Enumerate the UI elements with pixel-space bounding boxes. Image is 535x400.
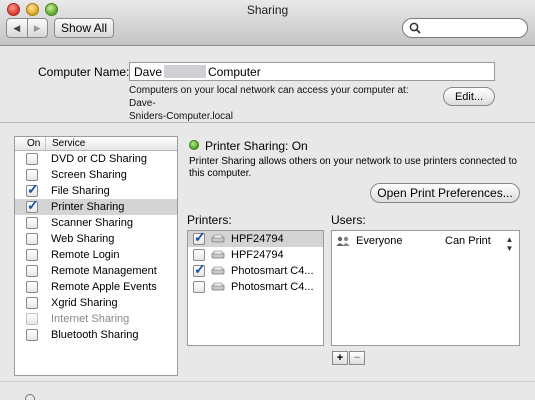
forward-arrow-icon[interactable]: ▶ bbox=[26, 19, 48, 37]
service-checkbox[interactable] bbox=[26, 153, 38, 165]
service-row[interactable]: Printer Sharing bbox=[15, 197, 177, 215]
edit-button[interactable]: Edit... bbox=[443, 87, 495, 106]
service-checkbox[interactable] bbox=[26, 217, 38, 229]
printer-icon bbox=[211, 250, 225, 259]
printer-name: HPF24794 bbox=[231, 249, 284, 261]
printers-list: HPF24794 HPF24794 Photosmart C4... Photo… bbox=[187, 229, 324, 346]
service-checkbox[interactable] bbox=[26, 329, 38, 341]
service-row[interactable]: Remote Login bbox=[15, 247, 177, 263]
service-label: Internet Sharing bbox=[51, 313, 130, 325]
service-row[interactable]: Remote Management bbox=[15, 263, 177, 279]
service-label: Remote Management bbox=[51, 265, 157, 277]
printer-row[interactable]: Photosmart C4... bbox=[188, 261, 323, 279]
users-list: Everyone Can Print ▲▼ bbox=[331, 230, 520, 346]
window-title: Sharing bbox=[246, 3, 289, 17]
service-row[interactable]: Xgrid Sharing bbox=[15, 295, 177, 311]
service-row[interactable]: Internet Sharing bbox=[15, 311, 177, 327]
service-row[interactable]: Bluetooth Sharing bbox=[15, 327, 177, 343]
service-list: On Service DVD or CD Sharing Screen Shar… bbox=[14, 136, 178, 376]
users-label: Users: bbox=[331, 213, 366, 227]
printer-name: Photosmart C4... bbox=[231, 281, 314, 293]
service-label: File Sharing bbox=[51, 185, 110, 197]
service-description: Printer Sharing allows others on your ne… bbox=[189, 156, 519, 180]
redacted-text bbox=[164, 65, 207, 78]
computer-name-label: Computer Name: bbox=[38, 65, 130, 79]
column-header-on[interactable]: On bbox=[15, 137, 46, 150]
computer-name-prefix: Dave bbox=[134, 64, 163, 79]
user-row[interactable]: Everyone Can Print ▲▼ bbox=[332, 231, 519, 253]
printer-row[interactable]: HPF24794 bbox=[188, 229, 323, 247]
service-label: DVD or CD Sharing bbox=[51, 153, 147, 165]
back-arrow-icon[interactable]: ◀ bbox=[7, 19, 27, 37]
service-row[interactable]: Screen Sharing bbox=[15, 167, 177, 183]
service-row[interactable]: Web Sharing bbox=[15, 231, 177, 247]
printer-name: Photosmart C4... bbox=[231, 265, 314, 277]
printer-checkbox[interactable] bbox=[193, 249, 205, 261]
printer-icon bbox=[211, 282, 225, 291]
computer-name-suffix: Computer bbox=[208, 64, 261, 79]
lock-icon[interactable] bbox=[25, 394, 35, 400]
window-toolbar: Sharing ◀ ▶ Show All bbox=[0, 0, 535, 46]
service-checkbox[interactable] bbox=[26, 265, 38, 277]
service-label: Screen Sharing bbox=[51, 169, 127, 181]
printer-icon bbox=[211, 234, 225, 243]
printer-checkbox[interactable] bbox=[193, 261, 206, 278]
service-row[interactable]: Scanner Sharing bbox=[15, 215, 177, 231]
service-checkbox[interactable] bbox=[26, 297, 38, 309]
service-label: Xgrid Sharing bbox=[51, 297, 118, 309]
bottom-divider bbox=[0, 381, 535, 382]
service-list-header: On Service bbox=[15, 137, 177, 151]
printer-icon bbox=[211, 266, 225, 275]
service-description-line2: this computer. bbox=[189, 168, 252, 179]
printer-checkbox[interactable] bbox=[193, 229, 206, 246]
computer-name-description-line1: Computers on your local network can acce… bbox=[129, 85, 409, 109]
service-checkbox[interactable] bbox=[26, 249, 38, 261]
permission-stepper-icon[interactable]: ▲▼ bbox=[505, 235, 514, 253]
computer-name-field[interactable]: Dave Computer bbox=[129, 62, 495, 81]
service-checkbox[interactable] bbox=[26, 313, 38, 325]
search-field[interactable] bbox=[402, 18, 528, 38]
service-checkbox[interactable] bbox=[26, 233, 38, 245]
service-checkbox[interactable] bbox=[26, 197, 39, 214]
service-row[interactable]: DVD or CD Sharing bbox=[15, 151, 177, 167]
back-forward-control: ◀ ▶ bbox=[6, 18, 48, 38]
printer-checkbox[interactable] bbox=[193, 281, 205, 293]
search-icon bbox=[409, 22, 421, 34]
service-checkbox[interactable] bbox=[26, 181, 39, 198]
service-checkbox[interactable] bbox=[26, 169, 38, 181]
service-label: Printer Sharing bbox=[51, 201, 125, 213]
add-user-button[interactable]: + bbox=[332, 351, 348, 365]
service-row[interactable]: File Sharing bbox=[15, 181, 177, 199]
service-label: Bluetooth Sharing bbox=[51, 329, 139, 341]
permission-popup[interactable]: Can Print bbox=[445, 235, 491, 247]
printer-row[interactable]: HPF24794 bbox=[188, 247, 323, 263]
service-label: Remote Apple Events bbox=[51, 281, 157, 293]
service-label: Remote Login bbox=[51, 249, 120, 261]
show-all-button[interactable]: Show All bbox=[54, 18, 114, 38]
service-row[interactable]: Remote Apple Events bbox=[15, 279, 177, 295]
service-checkbox[interactable] bbox=[26, 281, 38, 293]
column-header-service[interactable]: Service bbox=[46, 137, 85, 150]
printers-label: Printers: bbox=[187, 213, 232, 227]
user-name: Everyone bbox=[356, 235, 403, 247]
service-description-line1: Printer Sharing allows others on your ne… bbox=[189, 156, 517, 167]
sharing-status: Printer Sharing: On bbox=[205, 139, 308, 153]
service-label: Web Sharing bbox=[51, 233, 115, 245]
service-label: Scanner Sharing bbox=[51, 217, 133, 229]
open-print-preferences-button[interactable]: Open Print Preferences... bbox=[370, 183, 520, 203]
status-indicator-icon bbox=[189, 140, 199, 150]
section-divider bbox=[0, 122, 535, 123]
computer-name-description: Computers on your local network can acce… bbox=[129, 84, 434, 123]
remove-user-button[interactable]: − bbox=[349, 351, 365, 365]
printer-name: HPF24794 bbox=[231, 233, 284, 245]
group-icon bbox=[336, 236, 350, 246]
printer-row[interactable]: Photosmart C4... bbox=[188, 279, 323, 295]
